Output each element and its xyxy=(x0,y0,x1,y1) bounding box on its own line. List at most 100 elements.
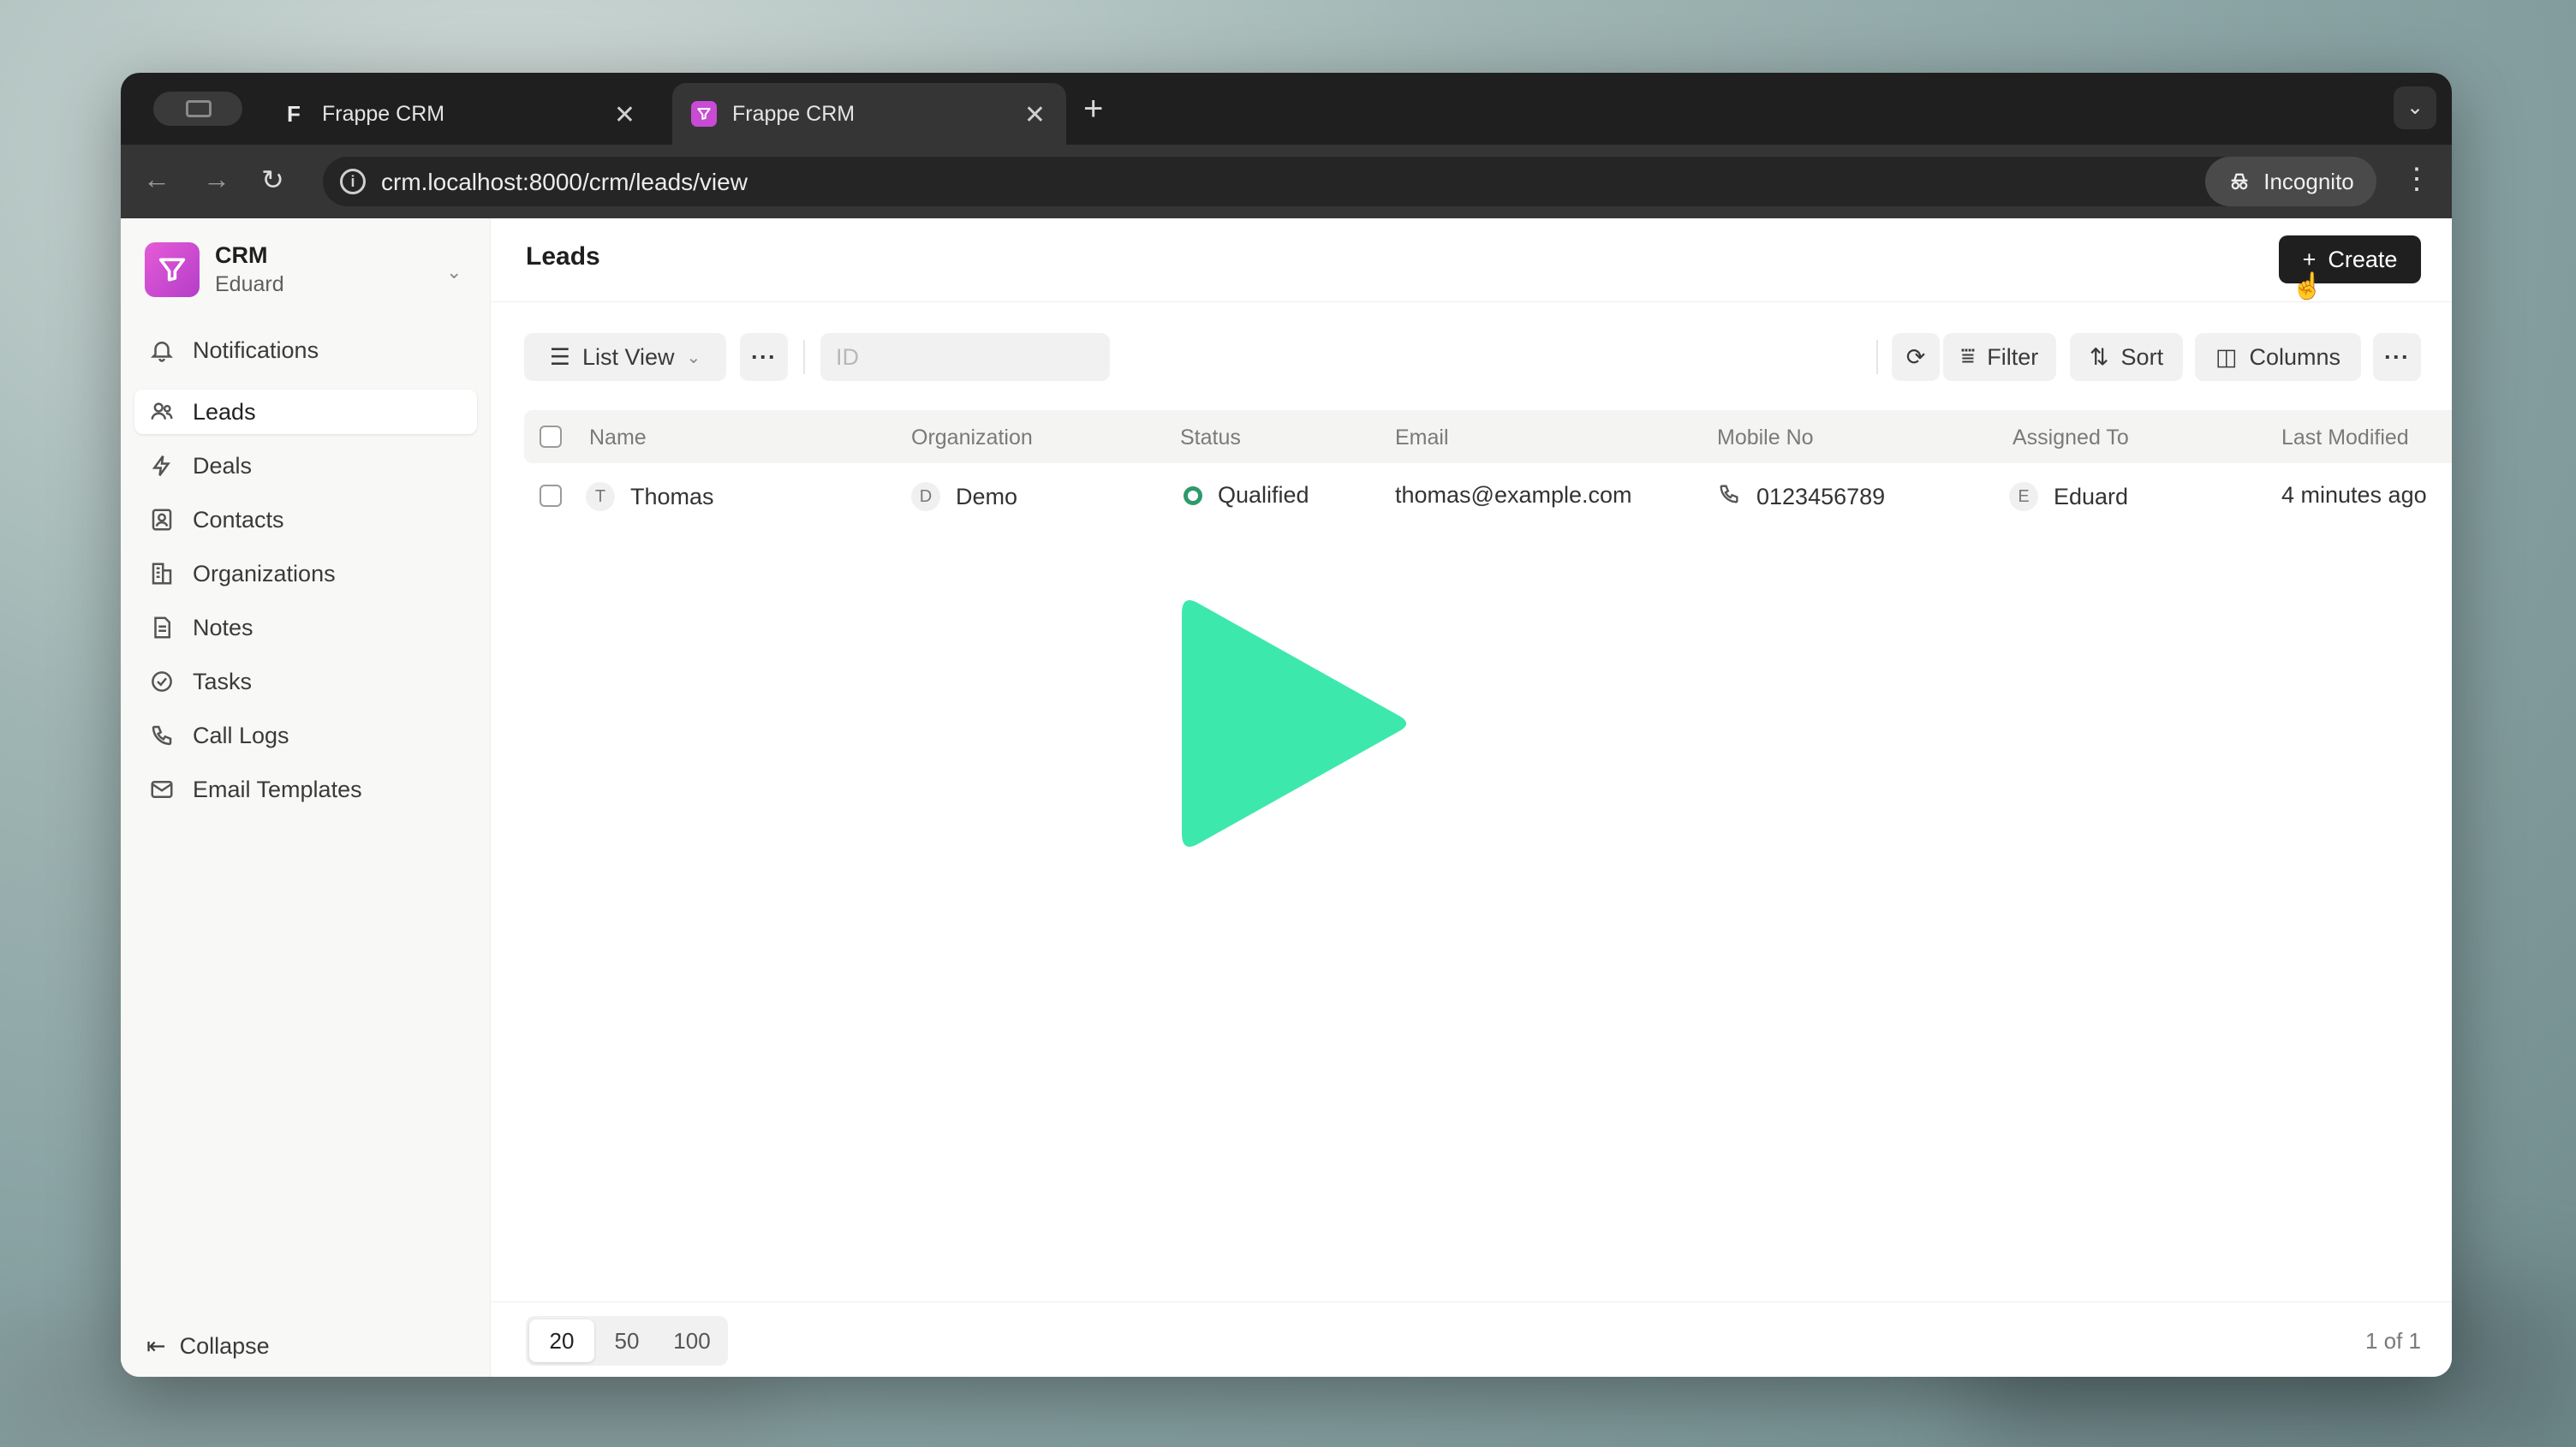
list-icon: ☰ xyxy=(549,343,570,370)
lightning-icon xyxy=(146,450,177,481)
site-info-icon[interactable]: i xyxy=(340,169,366,194)
status-text: Qualified xyxy=(1218,482,1309,508)
forward-arrow-icon[interactable]: → xyxy=(203,164,230,195)
view-label: List View xyxy=(581,343,675,370)
toolbar-divider xyxy=(803,340,805,374)
status-indicator-icon xyxy=(1184,485,1202,505)
column-header[interactable]: Name xyxy=(589,426,647,450)
url-bar[interactable]: i crm.localhost:8000/crm/leads/view ☆ xyxy=(323,157,2251,206)
tab-groups-button[interactable] xyxy=(153,92,242,126)
browser-tabbar: F Frappe CRM ✕ Frappe CRM ✕ + ⌄ xyxy=(121,73,2452,145)
sidebar-item-label: Notes xyxy=(193,614,253,640)
sort-button[interactable]: ⇅ Sort xyxy=(2070,333,2183,381)
collapse-label: Collapse xyxy=(179,1333,270,1359)
reload-icon[interactable]: ↻ xyxy=(261,164,284,196)
close-tab-icon[interactable]: ✕ xyxy=(1024,100,1046,130)
filter-icon: ⩸ xyxy=(1960,343,1976,369)
organization-cell: D Demo xyxy=(911,482,1017,511)
toolbar-divider xyxy=(1876,340,1878,374)
browser-tab-active[interactable]: Frappe CRM ✕ xyxy=(672,83,1066,145)
back-arrow-icon[interactable]: ← xyxy=(143,164,170,195)
collapse-sidebar-button[interactable]: ⇤ Collapse xyxy=(146,1333,270,1360)
column-header[interactable]: Assigned To xyxy=(2012,426,2129,450)
refresh-icon: ⟳ xyxy=(1905,343,1926,370)
lead-name: Thomas xyxy=(630,483,714,509)
sidebar-item-label: Contacts xyxy=(193,506,284,533)
check-circle-icon xyxy=(146,666,177,697)
column-header[interactable]: Mobile No xyxy=(1717,426,1814,450)
main-content: Leads + Create ☝ ☰ List View ⌄ ··· ID ⟳ … xyxy=(492,218,2452,1377)
refresh-button[interactable]: ⟳ xyxy=(1892,333,1940,381)
chevron-down-icon[interactable]: ⌄ xyxy=(446,261,462,283)
sidebar-item-leads[interactable]: Leads xyxy=(134,390,477,434)
play-icon[interactable] xyxy=(1173,587,1413,860)
status-cell: Qualified xyxy=(1184,482,1309,509)
chevron-down-icon[interactable]: ⌄ xyxy=(2394,86,2436,129)
mobile-text: 0123456789 xyxy=(1756,484,1886,509)
column-header[interactable]: Email xyxy=(1395,426,1449,450)
avatar: E xyxy=(2009,482,2038,511)
column-header[interactable]: Last Modified xyxy=(2281,426,2409,450)
sidebar-item-contacts[interactable]: Contacts xyxy=(134,497,477,542)
note-icon xyxy=(146,612,177,643)
page-size-option[interactable]: 100 xyxy=(659,1319,724,1362)
sidebar-item-tasks[interactable]: Tasks xyxy=(134,659,477,704)
list-toolbar: ☰ List View ⌄ ··· ⟳ ⩸ Filter ⇅ xyxy=(492,302,2452,410)
page-count: 1 of 1 xyxy=(2364,1328,2421,1354)
table-row[interactable]: T Thomas D Demo Qualified thomas@example… xyxy=(524,468,2452,523)
last-modified-cell: 4 minutes ago xyxy=(2281,482,2427,509)
page-size-selector: 20 50 100 xyxy=(526,1316,728,1366)
page-title: Leads xyxy=(526,242,600,271)
column-header[interactable]: Status xyxy=(1180,426,1241,450)
new-tab-icon[interactable]: + xyxy=(1083,90,1103,128)
contact-card-icon xyxy=(146,504,177,535)
page-size-option[interactable]: 50 xyxy=(594,1319,659,1362)
select-all-checkbox[interactable] xyxy=(540,426,562,448)
tab-title: Frappe CRM xyxy=(732,101,856,126)
sidebar-item-label: Leads xyxy=(193,398,256,425)
incognito-icon xyxy=(2231,173,2248,190)
sort-icon: ⇅ xyxy=(2089,343,2109,370)
frappe-f-icon: F xyxy=(287,100,301,127)
sidebar-item-organizations[interactable]: Organizations xyxy=(134,551,477,596)
lead-name-cell[interactable]: T Thomas xyxy=(586,482,714,511)
mail-icon xyxy=(146,774,177,805)
brand-switcher[interactable]: CRM Eduard xyxy=(145,242,284,297)
sidebar-item-call-logs[interactable]: Call Logs xyxy=(134,713,477,758)
sidebar-item-label: Deals xyxy=(193,452,253,479)
page-size-option[interactable]: 20 xyxy=(529,1319,594,1362)
browser-tab[interactable]: F Frappe CRM ✕ xyxy=(262,83,656,145)
users-icon xyxy=(146,396,177,427)
avatar: T xyxy=(586,482,615,511)
sidebar-item-email-templates[interactable]: Email Templates xyxy=(134,767,477,812)
brand-name: CRM xyxy=(215,242,268,268)
sidebar-item-label: Organizations xyxy=(193,560,336,587)
sidebar-item-label: Email Templates xyxy=(193,776,362,802)
assigned-cell: E Eduard xyxy=(2009,482,2128,511)
phone-icon xyxy=(1717,482,1741,512)
browser-menu-icon[interactable]: ⋮ xyxy=(2402,162,2431,196)
url-text[interactable]: crm.localhost:8000/crm/leads/view xyxy=(381,169,748,196)
incognito-badge[interactable]: Incognito xyxy=(2205,157,2376,206)
more-options-button[interactable]: ··· xyxy=(2373,333,2421,381)
page-header: Leads + Create ☝ xyxy=(492,218,2452,302)
crm-logo-icon xyxy=(145,242,200,297)
organization-name: Demo xyxy=(956,483,1018,509)
filter-button[interactable]: ⩸ Filter xyxy=(1943,333,2056,381)
row-checkbox[interactable] xyxy=(540,485,562,507)
sidebar-item-label: Call Logs xyxy=(193,722,289,748)
close-tab-icon[interactable]: ✕ xyxy=(614,100,635,130)
sidebar-item-notes[interactable]: Notes xyxy=(134,605,477,650)
column-header[interactable]: Organization xyxy=(911,426,1033,450)
collapse-arrow-icon: ⇤ xyxy=(146,1333,166,1359)
columns-button[interactable]: ◫ Columns xyxy=(2195,333,2361,381)
id-filter-input[interactable] xyxy=(820,333,1110,381)
sidebar-item-notifications[interactable]: Notifications xyxy=(134,328,477,372)
sidebar-item-deals[interactable]: Deals xyxy=(134,444,477,488)
view-options-button[interactable]: ··· xyxy=(740,333,788,381)
ellipsis-icon: ··· xyxy=(2384,343,2410,370)
incognito-label: Incognito xyxy=(2263,168,2354,194)
email-text: thomas@example.com xyxy=(1395,482,1632,508)
last-modified-text: 4 minutes ago xyxy=(2281,482,2427,508)
view-switcher-button[interactable]: ☰ List View ⌄ xyxy=(524,333,726,381)
